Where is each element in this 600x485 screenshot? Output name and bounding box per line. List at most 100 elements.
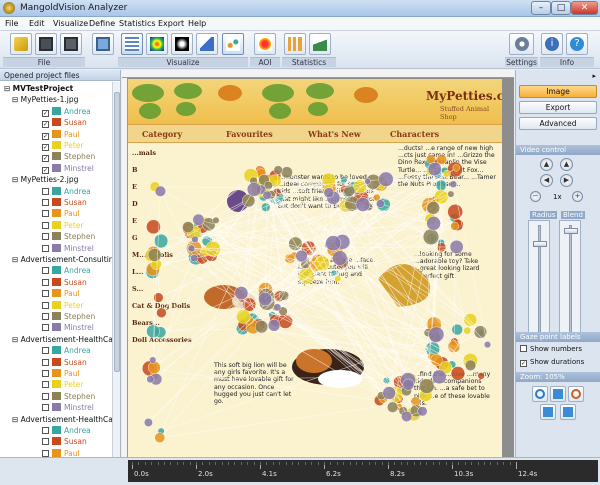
heatmap-button[interactable]	[146, 33, 168, 55]
help-button[interactable]: ?	[566, 33, 588, 55]
chart-statistics-button[interactable]	[309, 33, 331, 55]
tree-participant[interactable]: Andrea	[42, 186, 91, 198]
bar-statistics-button[interactable]	[284, 33, 306, 55]
participant-checkbox[interactable]: ✓	[42, 155, 49, 163]
menu-edit[interactable]: Edit	[29, 19, 45, 28]
participant-checkbox[interactable]	[42, 278, 49, 286]
timeline-track[interactable]: 0.0s 2.0s 4.1s 6.2s 8.2s 10.3s 12.4s	[128, 460, 598, 482]
participant-checkbox[interactable]	[42, 404, 49, 412]
participant-checkbox[interactable]	[42, 267, 49, 275]
participant-checkbox[interactable]	[42, 324, 49, 332]
tree-participant[interactable]: Stephen	[42, 232, 95, 243]
save-button[interactable]	[35, 33, 57, 55]
tree-participant[interactable]: Paul	[42, 289, 80, 300]
menu-define[interactable]: Define	[89, 19, 115, 28]
tree-participant[interactable]: Peter	[42, 220, 84, 232]
tree-participant[interactable]: ✓ Peter	[42, 141, 84, 152]
actual-size-button[interactable]	[560, 404, 576, 420]
participant-checkbox[interactable]: ✓	[42, 132, 49, 140]
grid-view-button[interactable]	[121, 33, 143, 55]
participant-checkbox[interactable]	[42, 233, 49, 241]
tree-participant[interactable]: Paul	[42, 369, 80, 380]
pan-button[interactable]	[550, 386, 566, 402]
tree-participant[interactable]: ✓ Susan	[42, 118, 87, 129]
participant-checkbox[interactable]	[42, 347, 49, 355]
fit-to-window-button[interactable]	[540, 404, 556, 420]
tree-participant[interactable]: Paul	[42, 448, 80, 457]
show-durations-checkbox[interactable]: ✓	[520, 360, 527, 367]
save-all-button[interactable]	[60, 33, 82, 55]
skip-back-button[interactable]: ▲	[540, 158, 553, 171]
tree-participant[interactable]: ✓ Paul	[42, 129, 80, 141]
tree-participant[interactable]: Stephen	[42, 391, 95, 403]
focus-map-button[interactable]	[171, 33, 193, 55]
participant-checkbox[interactable]	[42, 210, 49, 218]
settings-button[interactable]	[509, 33, 534, 55]
stimulus-image[interactable]: MyPetties.com Stuffed Animal Shop Catego…	[128, 79, 502, 457]
speed-down-button[interactable]: −	[530, 191, 541, 202]
rewind-button[interactable]: ◀	[540, 174, 553, 187]
tree-project[interactable]: ⊟ MVTestProject	[4, 84, 73, 95]
menu-export[interactable]: Export	[158, 19, 184, 28]
participant-checkbox[interactable]	[42, 427, 49, 434]
tree-image[interactable]: ⊟ MyPetties-1.jpg	[12, 95, 78, 106]
play-button[interactable]: ▶	[560, 174, 573, 187]
tree-participant[interactable]: Susan	[42, 357, 87, 369]
show-numbers-checkbox[interactable]	[520, 345, 527, 352]
close-button[interactable]: ✕	[571, 1, 598, 15]
export-button[interactable]: Export	[519, 101, 597, 114]
about-button[interactable]: i	[541, 33, 563, 55]
menu-file[interactable]: File	[5, 19, 18, 28]
tree-participant[interactable]: Susan	[42, 198, 87, 209]
collapse-icon[interactable]: ⊟	[12, 175, 21, 184]
participant-checkbox[interactable]	[42, 392, 49, 400]
participant-checkbox[interactable]	[42, 221, 49, 229]
collapse-icon[interactable]: ⊟	[12, 335, 21, 344]
participant-checkbox[interactable]	[42, 290, 49, 298]
project-tree-scrollbar[interactable]	[112, 82, 120, 457]
menu-visualize[interactable]: Visualize	[53, 19, 88, 28]
show-numbers-option[interactable]: Show numbers	[520, 345, 582, 353]
tree-participant[interactable]: Andrea	[42, 346, 91, 357]
tree-image[interactable]: ⊟ Advertisement-HealthCar	[12, 415, 113, 426]
menu-help[interactable]: Help	[188, 19, 206, 28]
participant-checkbox[interactable]	[42, 358, 49, 366]
blend-slider-thumb[interactable]	[564, 228, 578, 235]
skip-forward-button[interactable]: ▲	[560, 158, 573, 171]
participant-checkbox[interactable]	[42, 199, 49, 206]
tree-participant[interactable]: Minstrel	[42, 403, 94, 414]
blend-slider[interactable]	[559, 220, 581, 340]
participant-checkbox[interactable]	[42, 301, 49, 309]
participant-checkbox[interactable]	[42, 187, 49, 195]
tree-participant[interactable]: Minstrel	[42, 243, 94, 255]
participant-checkbox[interactable]	[42, 370, 49, 377]
screenshot-button[interactable]	[92, 33, 114, 55]
tree-participant[interactable]: ✓ Andrea	[42, 106, 91, 118]
collapse-icon[interactable]: ⊟	[12, 95, 21, 104]
pin-panel-icon[interactable]: ▸	[592, 72, 596, 80]
tree-image[interactable]: ⊟ Advertisement-Consulting	[12, 255, 113, 266]
tree-participant[interactable]: Susan	[42, 277, 87, 289]
tree-participant[interactable]: Paul	[42, 209, 80, 220]
tree-participant[interactable]: Stephen	[42, 312, 95, 323]
tree-participant[interactable]: Andrea	[42, 266, 91, 277]
tree-participant[interactable]: Susan	[42, 437, 87, 448]
collapse-icon[interactable]: ⊟	[4, 84, 13, 93]
image-button[interactable]: Image	[519, 85, 597, 98]
speed-up-button[interactable]: +	[572, 191, 583, 202]
advanced-button[interactable]: Advanced	[519, 117, 597, 130]
tree-participant[interactable]: Peter	[42, 380, 84, 391]
participant-checkbox[interactable]: ✓	[42, 109, 49, 117]
image-overlay-button[interactable]	[196, 33, 218, 55]
participant-checkbox[interactable]	[42, 313, 49, 320]
participant-checkbox[interactable]	[42, 381, 49, 389]
tree-participant[interactable]: ✓ Minstrel	[42, 163, 94, 175]
tree-image[interactable]: ⊟ MyPetties-2.jpg	[12, 175, 78, 186]
tree-image[interactable]: ⊟ Advertisement-HealthCar	[12, 335, 113, 346]
zoom-out-button[interactable]	[568, 386, 584, 402]
aoi-button[interactable]	[254, 33, 276, 55]
tree-participant[interactable]: ✓ Stephen	[42, 152, 95, 163]
collapse-icon[interactable]: ⊟	[12, 415, 21, 424]
maximize-button[interactable]: □	[551, 1, 571, 15]
participant-checkbox[interactable]: ✓	[42, 166, 49, 174]
